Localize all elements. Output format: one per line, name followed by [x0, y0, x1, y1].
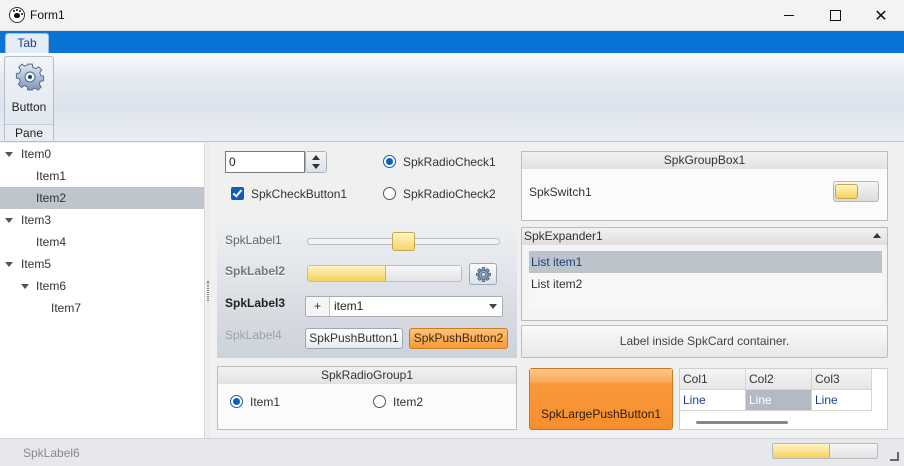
close-button[interactable]: ✕ [858, 0, 904, 31]
status-label: SpkLabel6 [23, 446, 80, 460]
splitter-grip[interactable] [207, 281, 209, 301]
app-paw-icon [9, 7, 25, 23]
status-bar: SpkLabel6 [0, 438, 904, 466]
resize-grip-icon[interactable] [890, 452, 899, 461]
grid-header-col2[interactable]: Col2 [746, 369, 812, 390]
tree-node[interactable]: Item0 [0, 143, 204, 165]
spin-down-icon[interactable] [312, 164, 320, 169]
pane-caption: Pane [5, 124, 53, 141]
maximize-button[interactable] [812, 0, 858, 31]
grid-horizontal-scrollbar[interactable] [696, 421, 788, 424]
progress-fill [308, 266, 387, 281]
card-container: Label inside SpkCard container. [521, 325, 888, 358]
tree-node-label: Item7 [51, 301, 82, 315]
gear-icon [476, 267, 491, 282]
spk-label3: SpkLabel3 [225, 296, 286, 310]
expand-arrow-icon[interactable] [5, 218, 13, 223]
radio-check1[interactable] [383, 155, 396, 168]
switch-knob[interactable] [835, 184, 858, 199]
window-title: Form1 [30, 8, 65, 22]
tab-tab[interactable]: Tab [5, 33, 49, 54]
close-icon: ✕ [874, 7, 888, 25]
chevron-up-icon[interactable] [873, 233, 881, 238]
large-push-button[interactable]: SpkLargePushButton1 [529, 368, 673, 430]
tree-node-label: Item0 [21, 147, 52, 161]
status-progress-bar [772, 443, 878, 459]
tree-node-label: Item2 [36, 191, 67, 205]
gear-button[interactable] [469, 263, 497, 285]
trackbar-thumb[interactable] [392, 232, 415, 251]
tree-node[interactable]: Item4 [0, 231, 204, 253]
minimize-button[interactable] [766, 0, 812, 31]
expand-arrow-icon[interactable] [5, 152, 13, 157]
maximize-icon [829, 10, 841, 21]
tree-node-label: Item1 [36, 169, 67, 183]
spk-label4: SpkLabel4 [225, 328, 282, 342]
spin-edit[interactable]: 0 [225, 151, 327, 173]
push-button1[interactable]: SpkPushButton1 [305, 328, 403, 349]
grid-cell[interactable]: Line [680, 390, 746, 411]
radio-group-item2[interactable] [373, 395, 386, 408]
ribbon-tab-strip: Tab [0, 31, 904, 54]
list-item[interactable]: List item2 [529, 273, 882, 295]
radio-group-item2-label[interactable]: Item2 [393, 395, 423, 409]
radio-check1-label[interactable]: SpkRadioCheck1 [403, 155, 496, 169]
expand-arrow-icon[interactable] [5, 262, 13, 267]
ribbon-button-label: Button [11, 100, 47, 114]
list-box[interactable]: List item1 List item2 [529, 251, 882, 308]
tree-node-label: Item4 [36, 235, 67, 249]
combo-plus-button[interactable]: + [306, 297, 330, 316]
spin-up-icon[interactable] [312, 155, 320, 160]
card-label: Label inside SpkCard container. [619, 334, 790, 348]
status-progress-fill [773, 444, 831, 458]
large-button-label: SpkLargePushButton1 [540, 407, 662, 421]
tree-node[interactable]: Item3 [0, 209, 204, 231]
spk-label2: SpkLabel2 [225, 264, 286, 278]
large-button-highlight [530, 369, 672, 383]
title-bar: Form1 ✕ [0, 0, 904, 31]
check-button-box[interactable] [231, 187, 244, 200]
tree-node-label: Item5 [21, 257, 52, 271]
ribbon-highlight [0, 53, 904, 73]
radio-group-caption: SpkRadioGroup1 [218, 367, 516, 384]
chevron-down-icon[interactable] [489, 304, 497, 309]
tree-node[interactable]: Item1 [0, 165, 204, 187]
tree-node[interactable]: Item7 [0, 297, 204, 319]
push-button2[interactable]: SpkPushButton2 [409, 328, 508, 349]
radio-group-item1-label[interactable]: Item1 [250, 395, 280, 409]
expander-caption-text: SpkExpander1 [524, 229, 603, 243]
ribbon-body: Button Pane [0, 53, 904, 142]
tree-node-label: Item6 [36, 279, 67, 293]
grid-cell[interactable]: Line [812, 390, 872, 411]
spin-buttons[interactable] [305, 151, 327, 173]
tree-node[interactable]: Item6 [0, 275, 204, 297]
spin-input[interactable]: 0 [225, 151, 305, 173]
combo-value: item1 [334, 299, 364, 313]
spk-label1: SpkLabel1 [225, 233, 282, 247]
tree-node-label: Item3 [21, 213, 52, 227]
ribbon-large-button[interactable]: Button [6, 59, 52, 119]
gear-icon [15, 63, 45, 91]
switch-label: SpkSwitch1 [529, 185, 592, 199]
tree-node-selected[interactable]: Item2 [0, 187, 204, 209]
expander-caption[interactable]: SpkExpander1 [522, 228, 887, 245]
grid-header-col1[interactable]: Col1 [680, 369, 746, 390]
radio-check2-label[interactable]: SpkRadioCheck2 [403, 187, 496, 201]
grid-header-col3[interactable]: Col3 [812, 369, 872, 390]
group-box-caption: SpkGroupBox1 [522, 152, 887, 169]
tree-view[interactable]: Item0 Item1 Item2 Item3 Item4 Item5 Item… [0, 143, 205, 438]
radio-group-item1[interactable] [230, 395, 243, 408]
radio-check2[interactable] [383, 187, 396, 200]
list-item-selected[interactable]: List item1 [529, 251, 882, 273]
minimize-icon [784, 15, 794, 16]
combo-box[interactable]: + item1 [305, 296, 503, 317]
tree-node[interactable]: Item5 [0, 253, 204, 275]
check-button-label[interactable]: SpkCheckButton1 [251, 187, 347, 201]
expand-arrow-icon[interactable] [21, 284, 29, 289]
grid-cell-selected[interactable]: Line [746, 390, 812, 411]
switch-toggle[interactable] [833, 181, 879, 202]
ribbon-pane: Button Pane [4, 56, 54, 142]
progress-bar [307, 265, 462, 282]
